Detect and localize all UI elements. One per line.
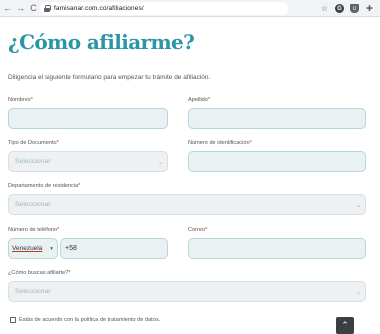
intro-text: Diligencia el siguiente formulario para … <box>8 74 211 81</box>
country-select[interactable]: Venezuela ▾ <box>8 238 58 259</box>
terminos-checkbox[interactable] <box>10 317 16 323</box>
terminos-label: Estás de acuerdo con la política de trat… <box>19 317 161 323</box>
departamento-select[interactable]: Seleccionar ⌄ <box>8 194 366 215</box>
address-bar[interactable]: famisanar.com.co/afiliaciones/ <box>40 2 288 15</box>
lock-icon <box>44 5 51 12</box>
page-title: ¿Cómo afiliarme? <box>8 30 195 54</box>
apellido-label: Apellido* <box>188 97 211 103</box>
scroll-to-top-button[interactable]: ⌃ <box>336 317 354 334</box>
browser-toolbar: ← → C ⌂ famisanar.com.co/afiliaciones/ ☆… <box>0 0 380 17</box>
reload-button[interactable]: C <box>28 2 39 15</box>
toolbar-actions: ☆ G U ✚ <box>320 2 374 15</box>
afiliarte-select[interactable]: Seleccionar ⌄ <box>8 281 366 302</box>
correo-label: Correo* <box>188 227 208 233</box>
account-icon[interactable]: G <box>335 4 344 13</box>
reload-icon: C <box>30 3 37 13</box>
country-value: Venezuela <box>12 245 43 252</box>
url-text: famisanar.com.co/afiliaciones/ <box>54 5 144 12</box>
forward-arrow-icon: → <box>16 3 25 13</box>
back-button[interactable]: ← <box>2 2 13 15</box>
departamento-placeholder: Seleccionar <box>15 201 51 208</box>
telefono-label: Número de teléfono* <box>8 227 60 233</box>
tipo-documento-select[interactable]: Seleccionar ⌄ <box>8 151 168 172</box>
telefono-input[interactable]: +58 <box>60 238 168 259</box>
departamento-label: Departamento de residencia* <box>8 183 81 189</box>
afiliarte-label: ¿Cómo buscas afiliarte?* <box>8 270 71 276</box>
correo-input[interactable] <box>188 238 366 259</box>
numero-identificacion-input[interactable] <box>188 151 366 172</box>
forward-button[interactable]: → <box>15 2 26 15</box>
afiliarte-placeholder: Seleccionar <box>15 288 51 295</box>
tipo-documento-label: Tipo de Documento* <box>8 140 59 146</box>
numero-identificacion-label: Número de identificación* <box>188 140 252 146</box>
back-arrow-icon: ← <box>3 3 12 13</box>
chevron-down-icon: ▾ <box>50 246 53 252</box>
chevron-down-icon: ⌄ <box>157 160 163 166</box>
chevron-down-icon: ⌄ <box>355 290 361 296</box>
star-icon[interactable]: ☆ <box>320 4 329 13</box>
chevron-up-icon: ⌃ <box>341 320 349 330</box>
shield-extension-icon[interactable]: U <box>350 4 359 13</box>
telefono-prefix: +58 <box>65 245 77 252</box>
nombres-label: Nombres* <box>8 97 33 103</box>
nombres-input[interactable] <box>8 108 168 129</box>
puzzle-extension-icon[interactable]: ✚ <box>365 4 374 13</box>
tipo-documento-placeholder: Seleccionar <box>15 158 51 165</box>
apellido-input[interactable] <box>188 108 366 129</box>
chevron-down-icon: ⌄ <box>355 203 361 209</box>
